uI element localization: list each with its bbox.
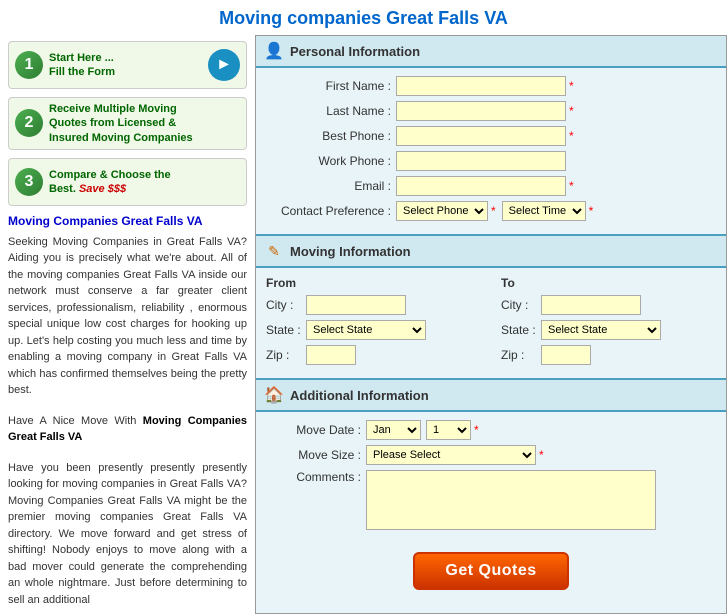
- last-name-required: *: [569, 104, 574, 118]
- left-panel: 1 Start Here ... Fill the Form ► 2 Recei…: [0, 35, 255, 614]
- additional-section-body: Move Date : JanFebMarApr MayJunJulAug Se…: [256, 412, 726, 546]
- contact-pref-row: Contact Preference : Select Phone Home C…: [266, 201, 716, 221]
- work-phone-input[interactable]: [396, 151, 566, 171]
- personal-section-body: First Name : * Last Name : * Best Phone …: [256, 68, 726, 234]
- step1-arrow[interactable]: ►: [208, 49, 240, 81]
- contact-pref-required: *: [491, 204, 496, 218]
- from-state-row: State : Select State ALAKAZAR CACOCTDE F…: [266, 320, 481, 340]
- best-phone-label: Best Phone :: [266, 129, 396, 143]
- step2-text: Receive Multiple Moving Quotes from Lice…: [49, 102, 240, 145]
- email-input[interactable]: [396, 176, 566, 196]
- description-para2: Have A Nice Move With Moving Companies G…: [8, 413, 247, 446]
- description-para1: Seeking Moving Companies in Great Falls …: [8, 234, 247, 399]
- move-date-label: Move Date :: [266, 423, 366, 437]
- select-time-dropdown[interactable]: Select Time Morning Afternoon Evening: [502, 201, 586, 221]
- right-panel: 👤 Personal Information First Name : * La…: [255, 35, 727, 614]
- move-date-day-dropdown[interactable]: 1234 5678 9101112 13141516 17181920 2122…: [426, 420, 471, 440]
- last-name-label: Last Name :: [266, 104, 396, 118]
- to-state-row: State : Select State ALAKAZAR CACOCTDE F…: [501, 320, 716, 340]
- email-row: Email : *: [266, 176, 716, 196]
- first-name-input[interactable]: [396, 76, 566, 96]
- work-phone-label: Work Phone :: [266, 154, 396, 168]
- move-size-row: Move Size : Please Select Studio 1 Bedro…: [266, 445, 716, 465]
- to-zip-label: Zip :: [501, 348, 541, 362]
- step3-number: 3: [15, 168, 43, 196]
- best-phone-required: *: [569, 129, 574, 143]
- comments-textarea[interactable]: [366, 470, 656, 530]
- best-phone-input[interactable]: [396, 126, 566, 146]
- select-time-required: *: [589, 204, 594, 218]
- best-phone-row: Best Phone : *: [266, 126, 716, 146]
- email-label: Email :: [266, 179, 396, 193]
- get-quotes-button[interactable]: Get Quotes: [413, 552, 568, 590]
- to-zip-input[interactable]: [541, 345, 591, 365]
- last-name-row: Last Name : *: [266, 101, 716, 121]
- move-date-month-dropdown[interactable]: JanFebMarApr MayJunJulAug SepOctNovDec: [366, 420, 421, 440]
- move-size-required: *: [539, 448, 544, 462]
- move-date-row: Move Date : JanFebMarApr MayJunJulAug Se…: [266, 420, 716, 440]
- from-state-dropdown[interactable]: Select State ALAKAZAR CACOCTDE FLGAHIID …: [306, 320, 426, 340]
- to-zip-row: Zip :: [501, 345, 716, 365]
- step3-box: 3 Compare & Choose the Best. Save $$$: [8, 158, 247, 206]
- move-size-label: Move Size :: [266, 448, 366, 462]
- from-column: From City : State : Select State ALAKAZA…: [266, 276, 481, 370]
- step1-box: 1 Start Here ... Fill the Form ►: [8, 41, 247, 89]
- work-phone-row: Work Phone :: [266, 151, 716, 171]
- page-title: Moving companies Great Falls VA: [0, 0, 727, 35]
- select-phone-dropdown[interactable]: Select Phone Home Cell Work: [396, 201, 488, 221]
- comments-row: Comments :: [266, 470, 716, 530]
- step2-box: 2 Receive Multiple Moving Quotes from Li…: [8, 97, 247, 150]
- first-name-required: *: [569, 79, 574, 93]
- step1-text: Start Here ... Fill the Form: [49, 51, 204, 80]
- from-city-input[interactable]: [306, 295, 406, 315]
- description-para3: Have you been presently presently presen…: [8, 460, 247, 609]
- from-city-row: City :: [266, 295, 481, 315]
- from-zip-row: Zip :: [266, 345, 481, 365]
- from-state-label: State :: [266, 323, 306, 337]
- person-icon: 👤: [264, 41, 284, 61]
- to-state-dropdown[interactable]: Select State ALAKAZAR CACOCTDE FLGAHIID …: [541, 320, 661, 340]
- moving-section-header: ✎ Moving Information: [256, 234, 726, 268]
- moving-columns: From City : State : Select State ALAKAZA…: [256, 268, 726, 378]
- additional-section-header: 🏠 Additional Information: [256, 378, 726, 412]
- moving-section-title: Moving Information: [290, 244, 411, 259]
- last-name-input[interactable]: [396, 101, 566, 121]
- step3-text: Compare & Choose the Best. Save $$$: [49, 168, 240, 197]
- personal-section-title: Personal Information: [290, 44, 420, 59]
- move-date-required: *: [474, 423, 479, 437]
- to-city-input[interactable]: [541, 295, 641, 315]
- from-title: From: [266, 276, 481, 290]
- additional-section-title: Additional Information: [290, 388, 429, 403]
- from-zip-input[interactable]: [306, 345, 356, 365]
- home-icon: 🏠: [264, 385, 284, 405]
- comments-label: Comments :: [266, 470, 366, 484]
- move-size-dropdown[interactable]: Please Select Studio 1 Bedroom 2 Bedroom…: [366, 445, 536, 465]
- contact-pref-label: Contact Preference :: [266, 204, 396, 218]
- email-required: *: [569, 179, 574, 193]
- personal-section-header: 👤 Personal Information: [256, 36, 726, 68]
- step1-number: 1: [15, 51, 43, 79]
- get-quotes-container: Get Quotes: [256, 546, 726, 598]
- to-title: To: [501, 276, 716, 290]
- first-name-label: First Name :: [266, 79, 396, 93]
- step2-number: 2: [15, 109, 43, 137]
- from-city-label: City :: [266, 298, 306, 312]
- first-name-row: First Name : *: [266, 76, 716, 96]
- moving-companies-link[interactable]: Moving Companies Great Falls VA: [8, 214, 247, 228]
- from-zip-label: Zip :: [266, 348, 306, 362]
- to-state-label: State :: [501, 323, 541, 337]
- to-column: To City : State : Select State ALAKAZAR …: [501, 276, 716, 370]
- to-city-label: City :: [501, 298, 541, 312]
- to-city-row: City :: [501, 295, 716, 315]
- pencil-icon: ✎: [264, 241, 284, 261]
